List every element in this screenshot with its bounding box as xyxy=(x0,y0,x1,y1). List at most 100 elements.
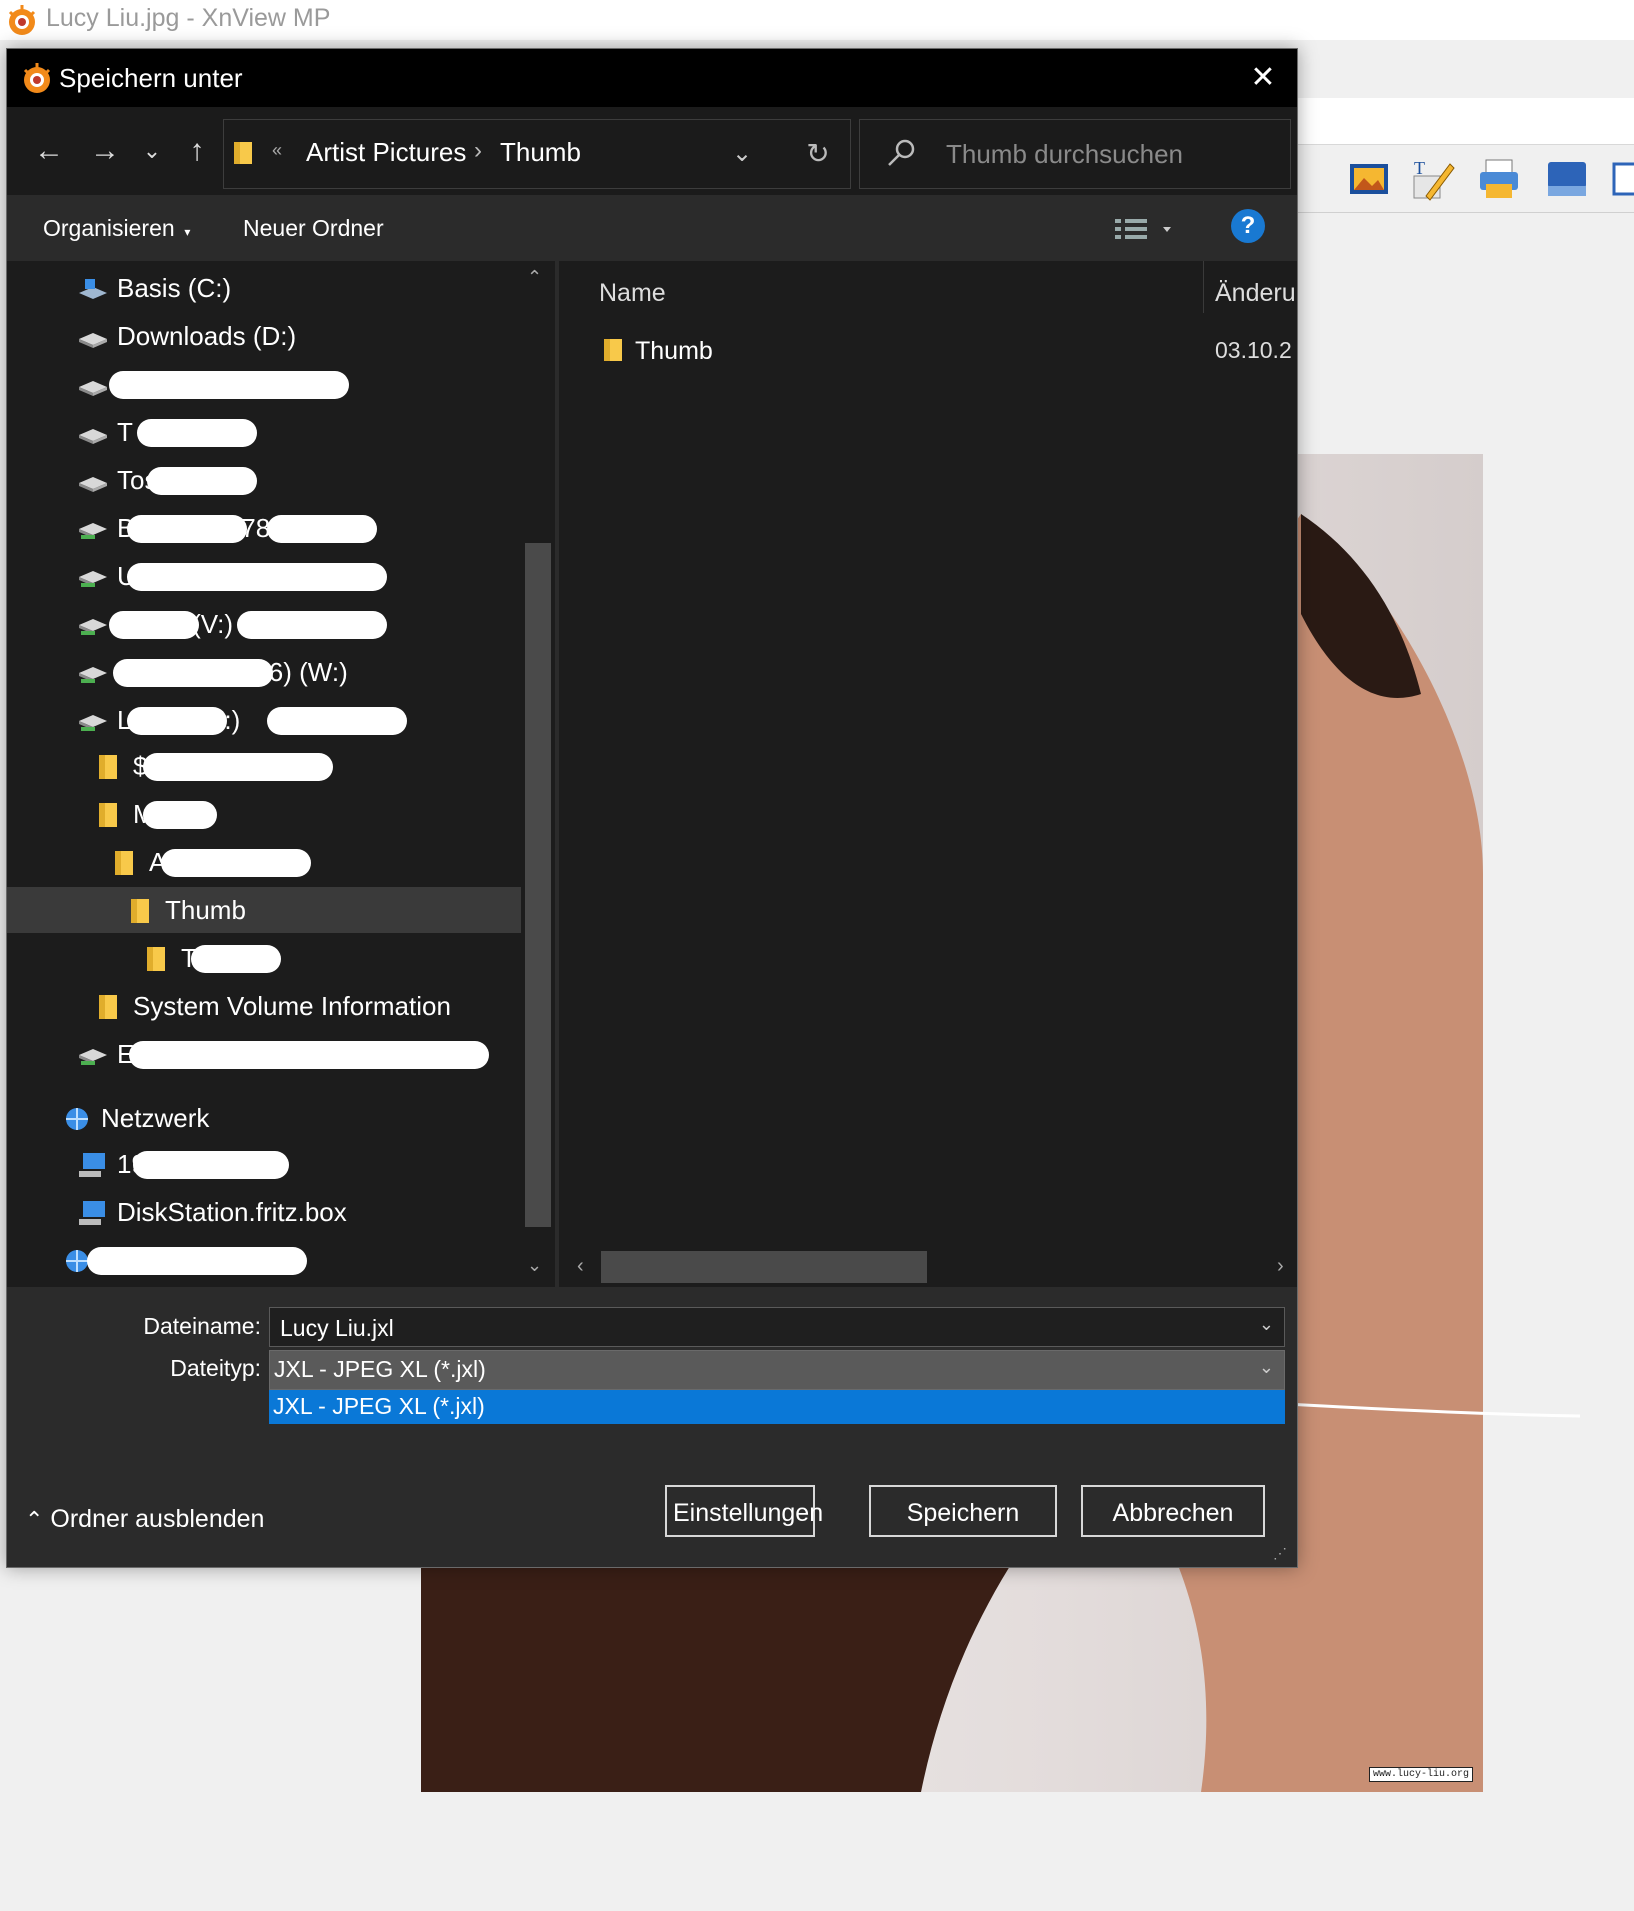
redaction-scribble xyxy=(147,467,257,495)
nav-scrollbar-thumb[interactable] xyxy=(525,543,551,1227)
back-arrow-icon[interactable]: ← xyxy=(27,129,71,173)
resize-grip-icon[interactable]: ⋰ xyxy=(1273,1545,1291,1563)
redaction-scribble xyxy=(143,801,217,829)
refresh-icon[interactable]: ↻ xyxy=(798,134,838,174)
close-button[interactable]: ✕ xyxy=(1239,55,1287,101)
up-arrow-icon[interactable]: ↑ xyxy=(177,129,217,173)
nav-tree-item[interactable]: E :) xyxy=(7,1031,521,1077)
recent-locations-chevron-icon[interactable]: ⌄ xyxy=(137,129,167,173)
filename-combobox[interactable]: ⌄ xyxy=(269,1307,1285,1348)
column-header-date[interactable]: Änderu xyxy=(1215,279,1296,308)
network-drive-icon xyxy=(77,563,109,591)
svg-text:T: T xyxy=(1414,158,1425,178)
folder-icon xyxy=(109,849,141,877)
nav-tree-item[interactable]: DiskStation.fritz.box xyxy=(7,1189,521,1235)
app-menu-strip xyxy=(1298,48,1634,96)
nav-tree-label: Netzwerk xyxy=(101,1103,210,1133)
dialog-title: Speichern unter xyxy=(59,63,243,93)
nav-tree-item[interactable]: Eigene Dateien (E:) xyxy=(7,361,521,407)
network-drive-icon xyxy=(77,515,109,543)
nav-tree-item[interactable]: System Volume Information xyxy=(7,983,521,1029)
search-input[interactable] xyxy=(944,120,1278,188)
scroll-up-icon[interactable]: ⌃ xyxy=(527,267,542,288)
breadcrumb-thumb[interactable]: Thumb xyxy=(500,137,581,168)
hide-folders-label: Ordner ausblenden xyxy=(50,1505,265,1533)
breadcrumb-separator[interactable]: › xyxy=(474,137,482,165)
nav-tree-item[interactable]: Basis (C:) xyxy=(7,265,521,311)
organize-menu-button[interactable]: Organisieren ▾ xyxy=(43,215,190,242)
save-button[interactable]: Speichern xyxy=(869,1485,1057,1537)
horizontal-scrollbar-thumb[interactable] xyxy=(601,1251,927,1283)
scroll-left-icon[interactable]: ‹ xyxy=(577,1255,584,1278)
folder-icon xyxy=(125,897,157,925)
filetype-label: Dateityp: xyxy=(170,1355,261,1381)
nav-tree-item[interactable] xyxy=(7,1237,521,1283)
text-edit-icon[interactable]: T xyxy=(1410,156,1456,202)
new-folder-button[interactable]: Neuer Ordner xyxy=(243,215,384,242)
nav-tree-item[interactable]: Artist Pictures xyxy=(7,839,521,885)
network-drive-icon xyxy=(77,707,109,735)
scroll-right-icon[interactable]: › xyxy=(1277,1255,1284,1278)
nav-tree-item[interactable]: Tosh t (G:) xyxy=(7,457,521,503)
redaction-scribble xyxy=(129,1041,489,1069)
nav-tree-item[interactable]: $RECYCLE.BIN xyxy=(7,743,521,789)
drive-icon xyxy=(77,371,109,399)
nav-tree-item[interactable]: Backup (\\ 78.26) (S:) xyxy=(7,505,521,551)
column-header-name[interactable]: Name xyxy=(599,279,666,308)
drive-icon xyxy=(77,467,109,495)
file-row-name[interactable]: Thumb xyxy=(635,337,713,366)
chevron-down-icon[interactable]: ⌄ xyxy=(1259,1357,1274,1378)
cancel-button[interactable]: Abbrechen xyxy=(1081,1485,1265,1537)
nav-tree-item[interactable]: (\\1 5) (V:) xyxy=(7,601,521,647)
scanner-icon[interactable] xyxy=(1544,156,1590,202)
nav-tree-item[interactable]: L (\\p ) (X:) xyxy=(7,697,521,743)
xnview-app-icon xyxy=(8,5,36,35)
redaction-scribble xyxy=(113,659,273,687)
chevron-down-icon[interactable]: ⌄ xyxy=(1259,1314,1274,1335)
nav-tree-item[interactable]: Downloads (D:) xyxy=(7,313,521,359)
redaction-scribble xyxy=(127,563,387,591)
nav-tree-label: Basis (C:) xyxy=(117,273,232,303)
folder-icon xyxy=(93,753,125,781)
hide-folders-toggle[interactable]: ⌃ Ordner ausblenden xyxy=(25,1505,264,1534)
network-drive-icon xyxy=(77,659,109,687)
nav-tree-item[interactable]: Thumb xyxy=(7,887,521,933)
folder-icon xyxy=(93,993,125,1021)
drive-windows-icon xyxy=(77,275,109,303)
filetype-selected-value: JXL - JPEG XL (*.jxl) xyxy=(274,1356,486,1382)
nav-tree-item[interactable]: 92.168.178.26) (W:) xyxy=(7,649,521,695)
filetype-option-jxl[interactable]: JXL - JPEG XL (*.jxl) xyxy=(269,1390,1285,1424)
app-toolbar: T xyxy=(1298,146,1634,213)
address-dropdown-chevron-icon[interactable]: ⌄ xyxy=(724,136,760,172)
nav-tree-item[interactable]: Media xyxy=(7,791,521,837)
computer-icon xyxy=(77,1151,109,1179)
search-icon xyxy=(888,139,915,166)
filename-input[interactable] xyxy=(278,1308,1232,1348)
address-bar[interactable]: « Artist Pictures › Thumb ⌄ ↻ xyxy=(223,119,851,189)
print-icon[interactable] xyxy=(1476,156,1522,202)
image-properties-icon[interactable] xyxy=(1346,156,1392,202)
photo-watermark: www.lucy-liu.org xyxy=(1368,1767,1473,1782)
filetype-option-label: JXL - JPEG XL (*.jxl) xyxy=(273,1393,485,1419)
screen-capture-icon[interactable] xyxy=(1610,156,1634,202)
nav-tree-item[interactable]: Netzwerk xyxy=(7,1095,521,1141)
redaction-scribble xyxy=(109,371,349,399)
view-options-button[interactable] xyxy=(1113,213,1183,245)
breadcrumb-overflow[interactable]: « xyxy=(272,140,282,161)
settings-button[interactable]: Einstellungen xyxy=(665,1485,823,1537)
redaction-scribble xyxy=(87,1247,307,1275)
redaction-scribble xyxy=(137,419,257,447)
nav-tree-item[interactable]: T S (F:) xyxy=(7,409,521,455)
nav-tree-item[interactable]: 192.168.178.1 xyxy=(7,1141,521,1187)
column-separator[interactable] xyxy=(1203,261,1204,313)
nav-tree-item[interactable]: Thumb xyxy=(7,935,521,981)
nav-tree-label: Downloads (D:) xyxy=(117,321,297,351)
scroll-down-icon[interactable]: ⌄ xyxy=(527,1255,542,1276)
help-button[interactable]: ? xyxy=(1231,209,1265,243)
filetype-select[interactable]: JXL - JPEG XL (*.jxl) ⌄ xyxy=(269,1350,1285,1390)
nav-tree-item[interactable]: U 78.26) (U:) xyxy=(7,553,521,599)
forward-arrow-icon[interactable]: → xyxy=(83,129,127,173)
dialog-titlebar: Speichern unter ✕ xyxy=(7,49,1297,107)
navigation-bar: ← → ⌄ ↑ « Artist Pictures › Thumb ⌄ ↻ xyxy=(7,107,1297,195)
breadcrumb-artist-pictures[interactable]: Artist Pictures xyxy=(306,137,466,168)
